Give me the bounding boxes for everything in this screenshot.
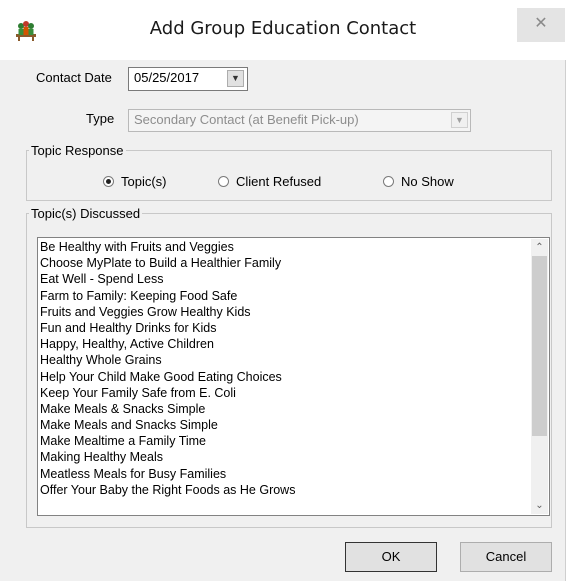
list-item[interactable]: Be Healthy with Fruits and Veggies: [39, 239, 529, 255]
radio-topics-label: Topic(s): [121, 174, 167, 189]
list-item[interactable]: Fruits and Veggies Grow Healthy Kids: [39, 304, 529, 320]
topics-list: Be Healthy with Fruits and Veggies Choos…: [39, 239, 529, 498]
list-item[interactable]: Keep Your Family Safe from E. Coli: [39, 385, 529, 401]
scrollbar-thumb[interactable]: [532, 256, 547, 436]
list-item[interactable]: Eat Well - Spend Less: [39, 271, 529, 287]
list-item[interactable]: Healthy Whole Grains: [39, 352, 529, 368]
ok-button[interactable]: OK: [345, 542, 437, 572]
list-item[interactable]: Farm to Family: Keeping Food Safe: [39, 288, 529, 304]
window-title: Add Group Education Contact: [149, 18, 417, 39]
list-item[interactable]: Make Meals and Snacks Simple: [39, 417, 529, 433]
radio-no-show-label: No Show: [401, 174, 454, 189]
list-item[interactable]: Make Mealtime a Family Time: [39, 433, 529, 449]
topics-discussed-legend: Topic(s) Discussed: [31, 206, 141, 221]
list-item[interactable]: Fun and Healthy Drinks for Kids: [39, 320, 529, 336]
topic-response-legend: Topic Response: [31, 143, 124, 158]
title-bar: Add Group Education Contact ✕: [0, 0, 566, 60]
topics-listbox[interactable]: Be Healthy with Fruits and Veggies Choos…: [37, 237, 550, 516]
vertical-scrollbar[interactable]: ⌃ ⌄: [531, 239, 548, 514]
chevron-down-icon[interactable]: ⌄: [531, 497, 548, 514]
contact-date-label: Contact Date: [36, 70, 112, 85]
list-item[interactable]: Happy, Healthy, Active Children: [39, 336, 529, 352]
list-item[interactable]: Choose MyPlate to Build a Healthier Fami…: [39, 255, 529, 271]
radio-unchecked-icon: [218, 176, 229, 187]
chevron-down-icon: ▼: [231, 73, 240, 83]
radio-checked-icon: [103, 176, 114, 187]
radio-client-refused-label: Client Refused: [236, 174, 322, 189]
cancel-button[interactable]: Cancel: [460, 542, 552, 572]
dialog-window: Add Group Education Contact ✕ Contact Da…: [0, 0, 566, 581]
type-value: Secondary Contact (at Benefit Pick-up): [134, 112, 359, 127]
list-item[interactable]: Making Healthy Meals: [39, 449, 529, 465]
close-button[interactable]: ✕: [517, 8, 565, 42]
close-icon: ✕: [534, 15, 548, 32]
radio-unchecked-icon: [383, 176, 394, 187]
date-picker-dropdown-button[interactable]: ▼: [227, 70, 244, 87]
list-item[interactable]: Offer Your Baby the Right Foods as He Gr…: [39, 482, 529, 498]
radio-no-show[interactable]: No Show: [383, 174, 454, 189]
chevron-down-icon: ▼: [451, 112, 468, 128]
list-item[interactable]: Make Meals & Snacks Simple: [39, 401, 529, 417]
type-label: Type: [86, 111, 115, 126]
chevron-up-icon[interactable]: ⌃: [531, 239, 548, 256]
type-combobox: Secondary Contact (at Benefit Pick-up) ▼: [128, 109, 471, 132]
topic-response-group: Topic Response: [26, 143, 552, 201]
radio-topics[interactable]: Topic(s): [103, 174, 167, 189]
list-item[interactable]: Meatless Meals for Busy Families: [39, 466, 529, 482]
radio-client-refused[interactable]: Client Refused: [218, 174, 321, 189]
contact-date-value: 05/25/2017: [134, 70, 200, 85]
list-item[interactable]: Help Your Child Make Good Eating Choices: [39, 369, 529, 385]
